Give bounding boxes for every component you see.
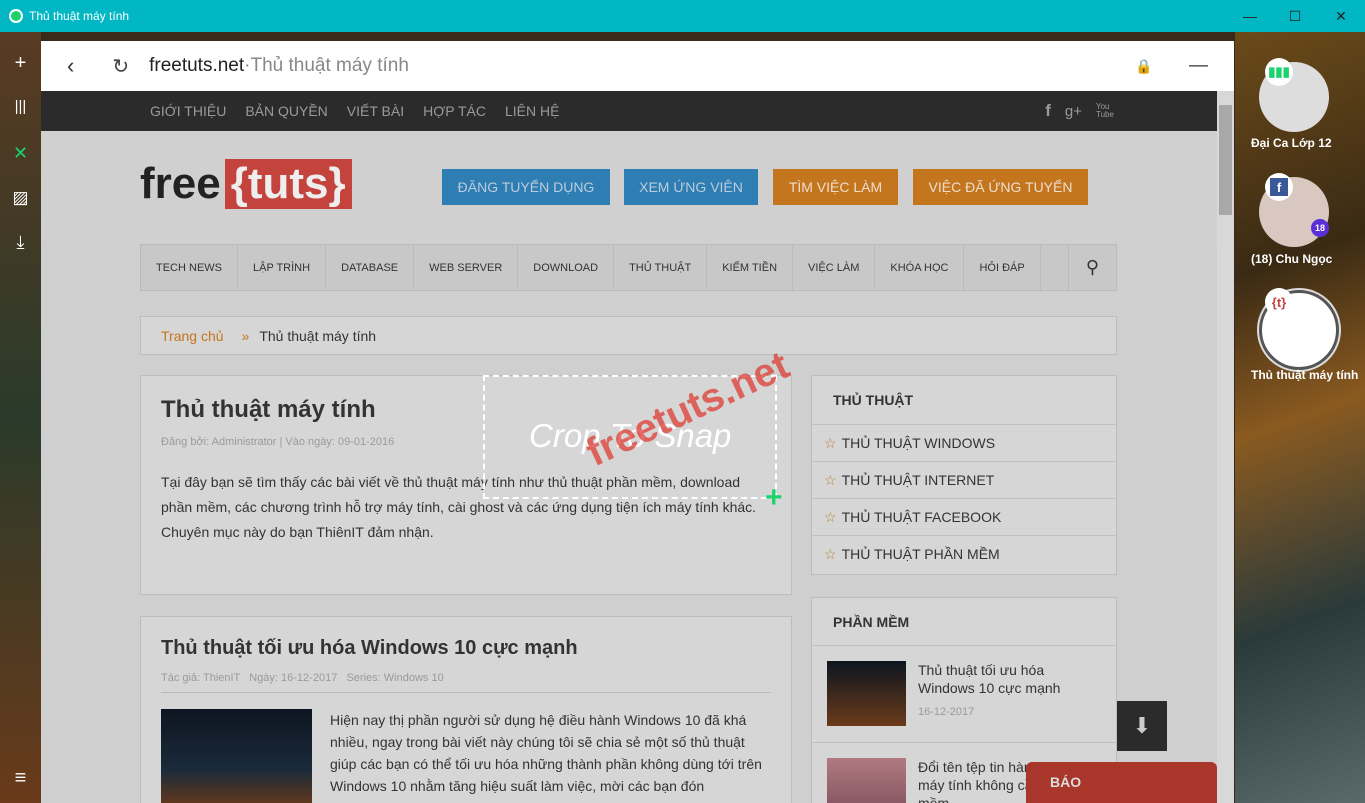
tab-label[interactable]: (18) Chu Ngọc xyxy=(1235,252,1365,266)
scroll-down-button[interactable]: ⬇ xyxy=(1117,701,1167,751)
logo-free: free xyxy=(140,159,221,208)
tabs-icon[interactable]: ||| xyxy=(0,98,41,115)
tips-item[interactable]: ☆ THỦ THUẬT INTERNET xyxy=(812,461,1116,498)
software-item-date: 16-12-2017 xyxy=(918,706,975,718)
menu-tech-news[interactable]: TECH NEWS xyxy=(141,245,238,290)
top-nav-item[interactable]: BẢN QUYỀN xyxy=(245,103,327,119)
top-nav-item[interactable]: HỢP TÁC xyxy=(423,103,486,119)
tips-item[interactable]: ☆ THỦ THUẬT PHẦN MỀM xyxy=(812,535,1116,572)
breadcrumb-sep: » xyxy=(241,327,250,344)
menu-kiem-tien[interactable]: KIẾM TIỀN xyxy=(707,245,794,290)
notification-count: 18 xyxy=(1311,219,1329,237)
article-meta: Tác giả: ThienIT Ngày: 16-12-2017 Series… xyxy=(161,672,771,693)
breadcrumb-home[interactable]: Trang chủ xyxy=(161,328,224,344)
main-menu: TECH NEWS LẬP TRÌNH DATABASE WEB SERVER … xyxy=(140,244,1117,291)
report-button[interactable]: BÁO xyxy=(1026,762,1217,803)
menu-viec-lam[interactable]: VIỆC LÀM xyxy=(793,245,876,290)
address-page-title: Thủ thuật máy tính xyxy=(250,55,409,76)
app-logo-icon xyxy=(9,9,23,23)
minimize-view-button[interactable]: — xyxy=(1189,55,1208,77)
reload-icon[interactable]: ↻ xyxy=(112,54,129,79)
software-item-title: Thủ thuật tối ưu hóa Windows 10 cực mạnh xyxy=(918,662,1061,696)
facebook-icon[interactable]: f xyxy=(1045,101,1051,121)
watermark: freetuts.net xyxy=(579,343,796,476)
youtube-icon[interactable]: You Tube xyxy=(1096,103,1114,119)
tips-item-label: THỦ THUẬT INTERNET xyxy=(841,472,995,488)
menu-hoi-dap[interactable]: HỎI ĐÁP xyxy=(964,245,1041,290)
article-excerpt: Hiện nay thị phần người sử dụng hệ điều … xyxy=(330,712,762,794)
breadcrumb-current: Thủ thuật máy tính xyxy=(259,327,377,344)
image-icon[interactable]: ▨ xyxy=(0,188,41,208)
software-thumbnail xyxy=(827,661,906,726)
tips-widget: THỦ THUẬT ☆ THỦ THUẬT WINDOWS ☆ THỦ THUẬT … xyxy=(811,375,1117,575)
tab-label[interactable]: Đại Ca Lớp 12 xyxy=(1235,136,1365,150)
freetuts-badge-icon: {t} xyxy=(1265,288,1293,316)
tips-item[interactable]: ☆ THỦ THUẬT WINDOWS xyxy=(812,424,1116,461)
menu-lap-trinh[interactable]: LẬP TRÌNH xyxy=(238,245,327,290)
crop-handle-icon[interactable]: + xyxy=(765,481,783,515)
view-candidates-button[interactable]: XEM ỨNG VIÊN xyxy=(624,169,758,205)
google-plus-icon[interactable]: g+ xyxy=(1065,103,1082,120)
add-tab-icon[interactable]: + xyxy=(0,52,41,75)
close-tab-icon[interactable]: ✕ xyxy=(0,143,41,164)
find-jobs-button[interactable]: TÌM VIỆC LÀM xyxy=(773,169,898,205)
address-bar: ‹ ↻ freetuts.net · Thủ thuật máy tính 🔒 … xyxy=(41,41,1234,91)
left-sidebar: + ||| ✕ ▨ ⤓ ≡ xyxy=(0,32,41,803)
tab-panel: ▮▮▮ Đại Ca Lớp 12 f 18 (18) Chu Ngọc {t}… xyxy=(1235,32,1365,803)
tab-label[interactable]: Thủ thuật máy tính xyxy=(1235,368,1365,382)
minimize-button[interactable]: — xyxy=(1227,0,1273,32)
top-nav: GIỚI THIỆU BẢN QUYỀN VIẾT BÀI HỢP TÁC LI… xyxy=(41,91,1217,131)
search-icon[interactable]: ⚲ xyxy=(1068,245,1116,290)
address-domain[interactable]: freetuts.net xyxy=(149,55,244,77)
applied-jobs-button[interactable]: VIỆC ĐÃ ỨNG TUYỂN xyxy=(913,169,1088,205)
article-title[interactable]: Thủ thuật tối ưu hóa Windows 10 cực mạnh xyxy=(161,637,771,660)
tips-item-label: THỦ THUẬT FACEBOOK xyxy=(841,509,1002,525)
crop-selection[interactable]: Crop To Snap freetuts.net + xyxy=(483,343,796,514)
post-job-button[interactable]: ĐĂNG TUYỂN DỤNG xyxy=(442,169,610,205)
software-widget-title: PHẦN MỀM xyxy=(812,598,1116,646)
logo-tuts: {tuts} xyxy=(224,159,352,209)
top-nav-item[interactable]: GIỚI THIỆU xyxy=(150,103,226,119)
app-badge-icon: ▮▮▮ xyxy=(1265,58,1293,86)
site-logo[interactable]: free {tuts} xyxy=(140,159,352,209)
software-item[interactable]: Thủ thuật tối ưu hóa Windows 10 cực mạnh… xyxy=(812,646,1116,743)
title-bar: Thủ thuật máy tính — ☐ ✕ xyxy=(0,0,1365,32)
menu-download[interactable]: DOWNLOAD xyxy=(518,245,615,290)
download-icon[interactable]: ⤓ xyxy=(0,232,41,253)
top-nav-item[interactable]: VIẾT BÀI xyxy=(347,103,404,119)
menu-icon[interactable]: ≡ xyxy=(0,767,41,790)
menu-thu-thuat[interactable]: THỦ THUẬT xyxy=(614,245,708,290)
breadcrumb: Trang chủ » Thủ thuật máy tính xyxy=(140,316,1117,355)
window-title: Thủ thuật máy tính xyxy=(29,9,130,23)
menu-khoa-hoc[interactable]: KHÓA HỌC xyxy=(875,245,965,290)
tips-item[interactable]: ☆ THỦ THUẬT FACEBOOK xyxy=(812,498,1116,535)
maximize-button[interactable]: ☐ xyxy=(1272,0,1318,32)
tips-item-label: THỦ THUẬT PHẦN MỀM xyxy=(841,546,1000,562)
facebook-icon: f xyxy=(1270,178,1288,196)
article-card: Thủ thuật tối ưu hóa Windows 10 cực mạnh… xyxy=(140,616,792,803)
menu-database[interactable]: DATABASE xyxy=(326,245,415,290)
lock-icon: 🔒 xyxy=(1135,57,1153,74)
menu-web-server[interactable]: WEB SERVER xyxy=(414,245,519,290)
web-page: GIỚI THIỆU BẢN QUYỀN VIẾT BÀI HỢP TÁC LI… xyxy=(41,91,1217,803)
article-thumbnail[interactable] xyxy=(161,709,312,803)
close-button[interactable]: ✕ xyxy=(1318,0,1364,32)
back-icon[interactable]: ‹ xyxy=(67,53,74,79)
top-nav-item[interactable]: LIÊN HỆ xyxy=(505,103,559,119)
page-scrollbar[interactable] xyxy=(1217,91,1234,803)
tips-item-label: THỦ THUẬT WINDOWS xyxy=(841,435,996,451)
tips-widget-title: THỦ THUẬT xyxy=(833,392,914,408)
software-thumbnail xyxy=(827,758,906,803)
